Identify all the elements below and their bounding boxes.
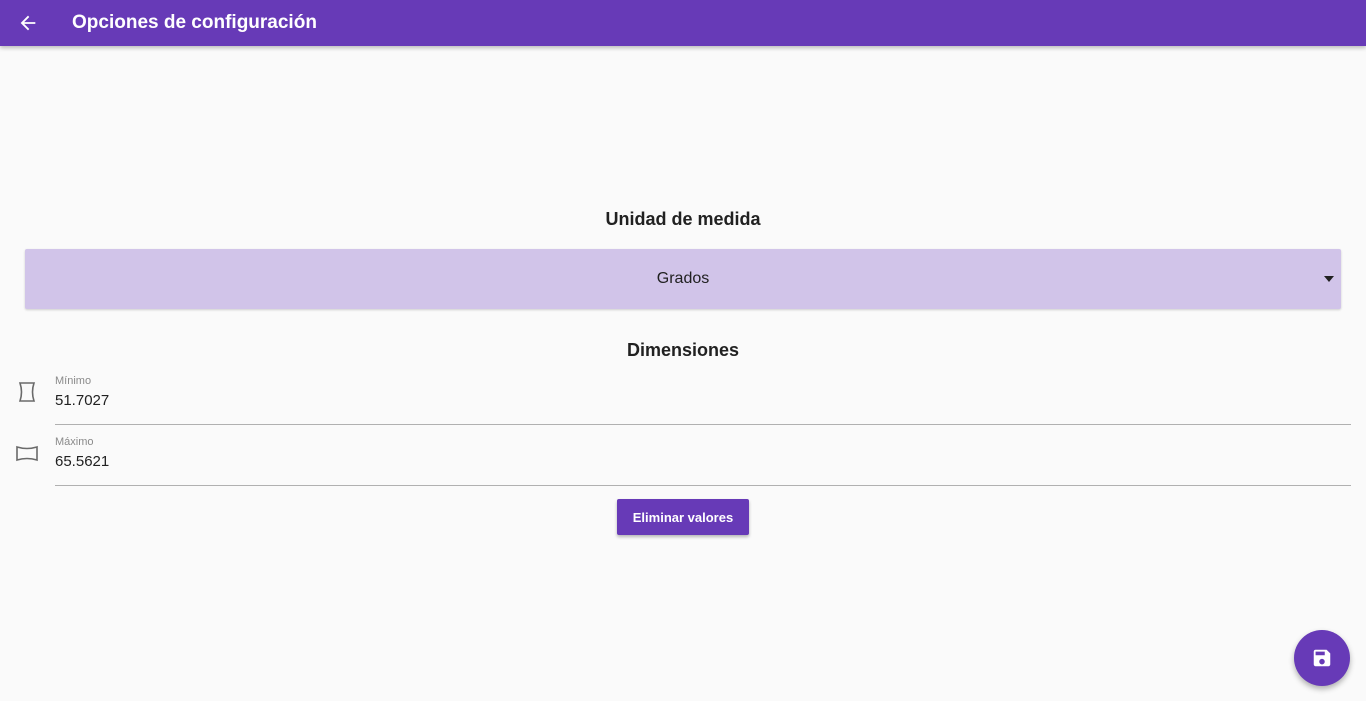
- app-bar: Opciones de configuración: [0, 0, 1366, 46]
- back-button[interactable]: [0, 0, 56, 46]
- min-field-row: Mínimo 51.7027: [0, 375, 1366, 425]
- min-field[interactable]: Mínimo 51.7027: [55, 375, 1351, 425]
- caret-down-icon: [1324, 276, 1334, 282]
- hourglass-narrow-icon: [18, 382, 36, 402]
- max-field-row: Máximo 65.5621: [0, 436, 1366, 486]
- max-field-label: Máximo: [55, 436, 94, 448]
- arrow-back-icon: [20, 15, 36, 31]
- clear-values-button[interactable]: Eliminar valores: [617, 499, 749, 535]
- save-fab-button[interactable]: [1294, 630, 1350, 686]
- min-field-value[interactable]: 51.7027: [55, 392, 109, 409]
- unit-select[interactable]: Grados: [25, 249, 1341, 309]
- save-icon: [1313, 649, 1331, 667]
- max-field-value[interactable]: 65.5621: [55, 453, 109, 470]
- dimensions-section-title: Dimensiones: [626, 340, 740, 360]
- page-title: Opciones de configuración: [72, 12, 317, 33]
- max-field[interactable]: Máximo 65.5621: [55, 436, 1351, 486]
- unit-section-title: Unidad de medida: [605, 209, 761, 229]
- unit-select-value: Grados: [656, 270, 710, 287]
- min-field-label: Mínimo: [55, 375, 92, 387]
- wide-frame-icon: [16, 445, 38, 462]
